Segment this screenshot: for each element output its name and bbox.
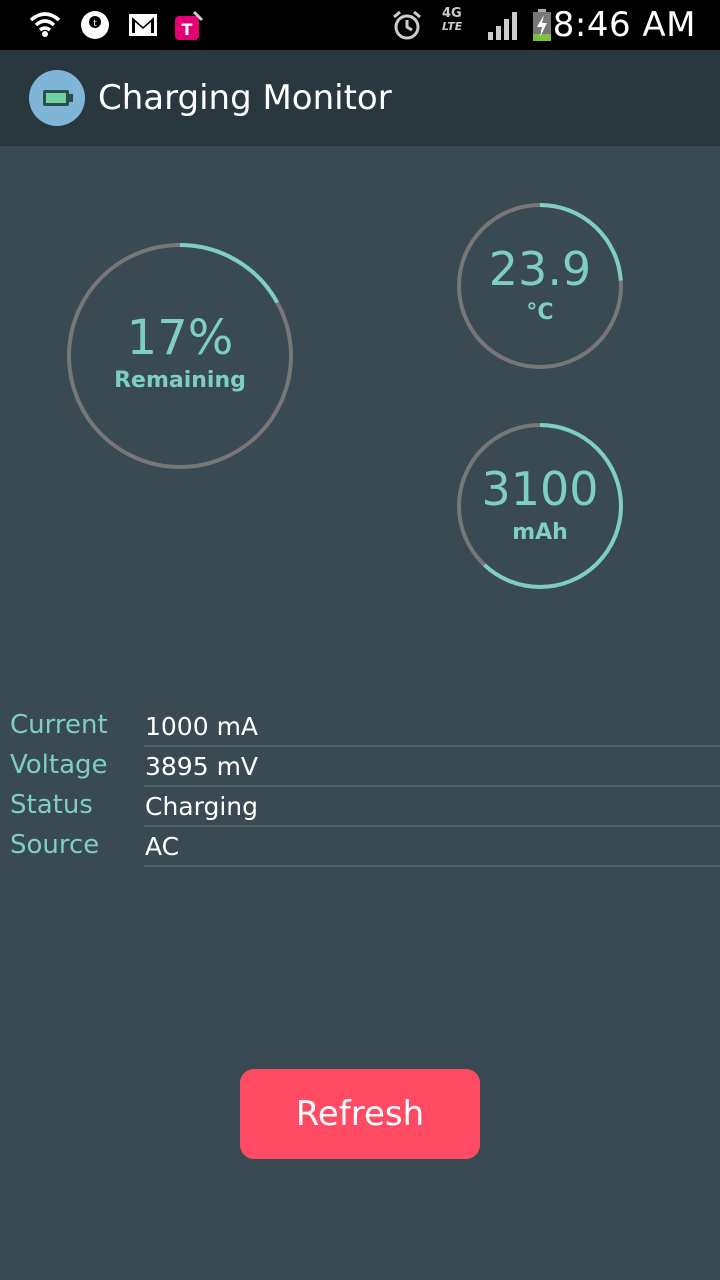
info-row-current: Current 1000 mA xyxy=(0,708,720,748)
divider xyxy=(144,785,720,787)
info-label: Current xyxy=(10,710,108,740)
info-row-source: Source AC xyxy=(0,828,720,868)
app-title: Charging Monitor xyxy=(98,78,392,118)
remaining-value: 17% xyxy=(126,310,234,366)
info-row-voltage: Voltage 3895 mV xyxy=(0,748,720,788)
info-value: Charging xyxy=(145,792,258,821)
status-bar: t T 4G LTE 8:46 AM xyxy=(0,0,720,50)
info-label: Status xyxy=(10,790,93,820)
info-row-status: Status Charging xyxy=(0,788,720,828)
capacity-value: 3100 xyxy=(481,462,599,516)
lte-icon: 4G LTE xyxy=(442,6,463,33)
capacity-unit: mAh xyxy=(512,520,568,545)
refresh-button[interactable]: Refresh xyxy=(240,1069,480,1159)
info-label: Source xyxy=(10,830,100,860)
temperature-unit: °C xyxy=(526,300,554,325)
info-label: Voltage xyxy=(10,750,108,780)
svg-text:T: T xyxy=(182,20,193,39)
status-time: 8:46 AM xyxy=(552,5,696,45)
svg-text:t: t xyxy=(93,19,97,29)
temperature-gauge: 23.9 °C xyxy=(456,202,624,370)
temperature-value: 23.9 xyxy=(488,242,592,296)
divider xyxy=(144,825,720,827)
capacity-gauge: 3100 mAh xyxy=(456,422,624,590)
info-value: 1000 mA xyxy=(145,712,259,741)
tmobile-icon: T xyxy=(172,8,206,42)
battery-info-list: Current 1000 mA Voltage 3895 mV Status C… xyxy=(0,708,720,868)
wifi-icon xyxy=(28,8,62,42)
remaining-label: Remaining xyxy=(114,368,246,393)
divider xyxy=(144,865,720,867)
info-value: 3895 mV xyxy=(145,752,259,781)
signal-icon xyxy=(486,8,520,42)
divider xyxy=(144,745,720,747)
battery-icon[interactable] xyxy=(29,70,85,126)
gmail-icon xyxy=(126,8,160,42)
action-bar: Charging Monitor xyxy=(0,50,720,146)
tmobile-tuesdays-icon: t xyxy=(78,8,112,42)
alarm-icon xyxy=(390,8,424,42)
info-value: AC xyxy=(145,832,180,861)
remaining-gauge: 17% Remaining xyxy=(66,242,294,470)
